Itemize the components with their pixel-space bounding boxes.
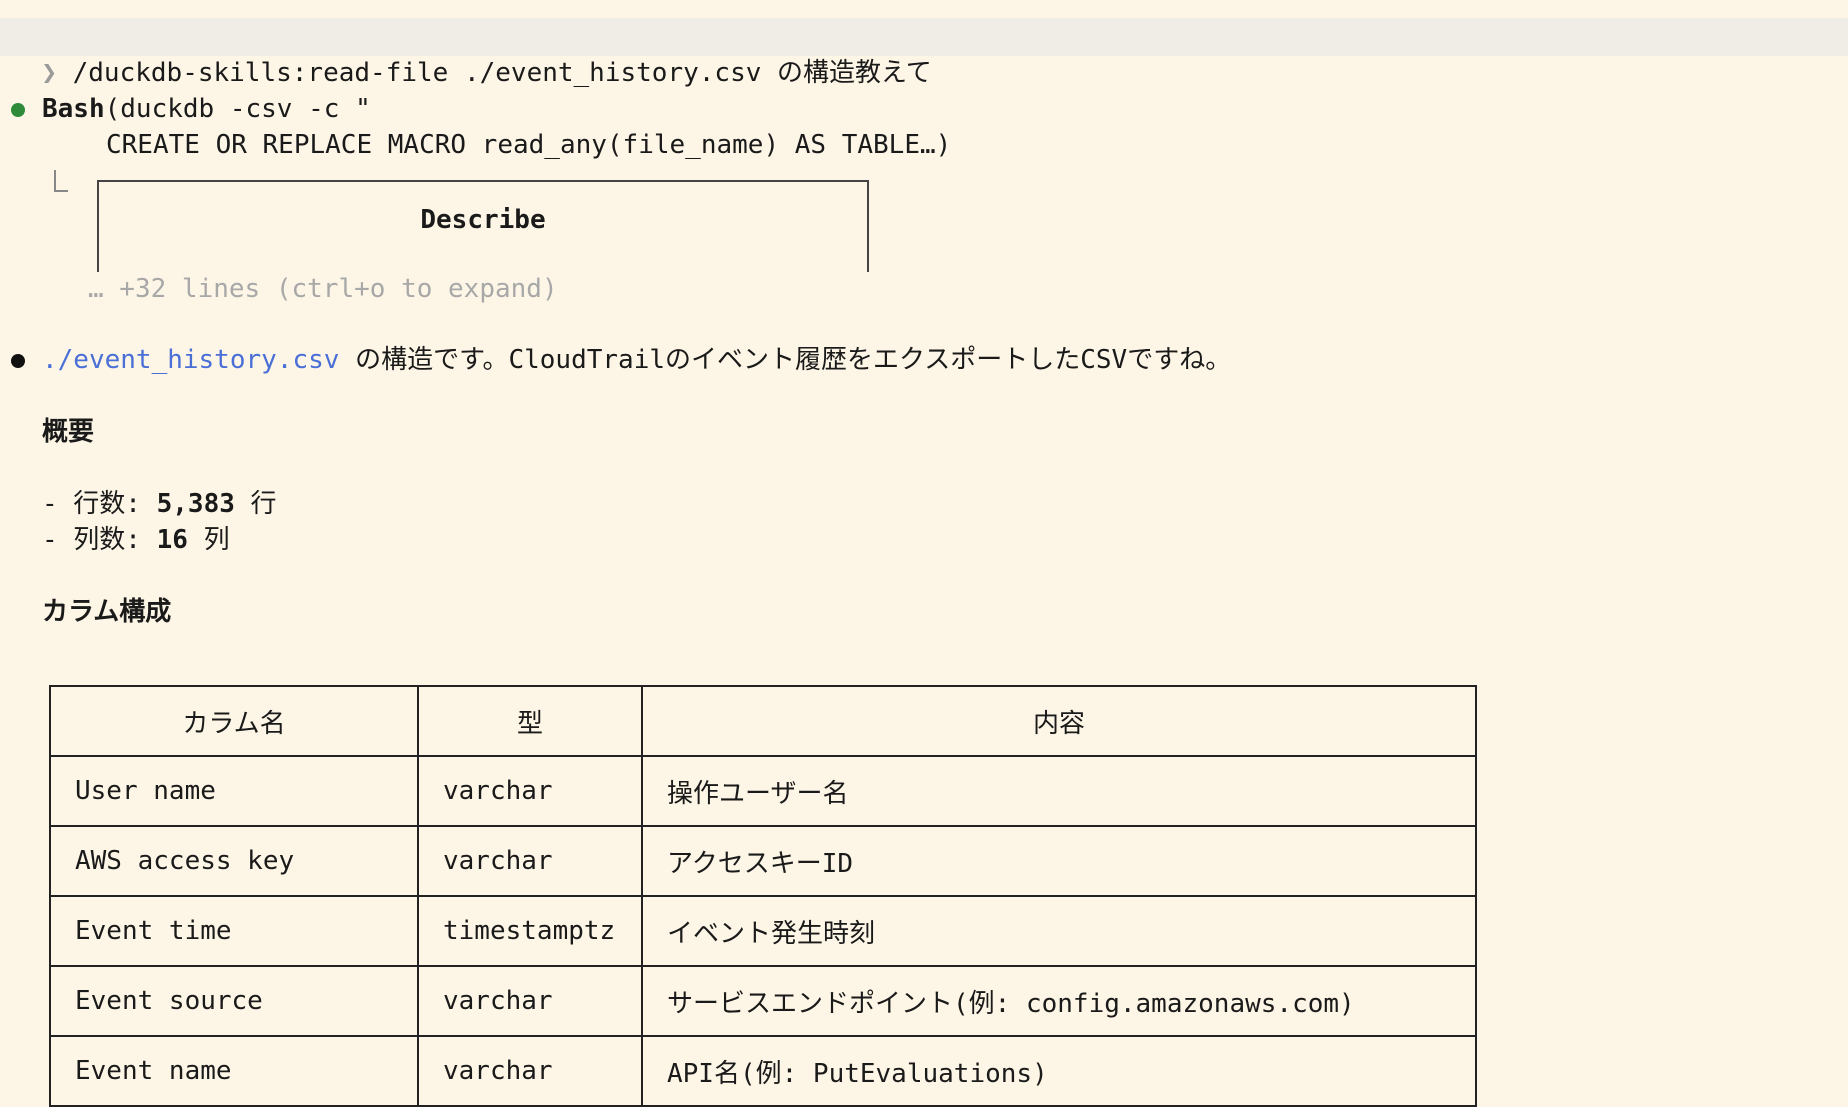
column-count-label: - 列数: <box>42 525 157 555</box>
response-intro-text: の構造です。CloudTrailのイベント履歴をエクスポートしたCSVですね。 <box>339 345 1232 375</box>
header-description: 内容 <box>641 685 1477 757</box>
table-row: User name varchar 操作ユーザー名 <box>49 755 1477 827</box>
cell-column-name: User name <box>49 755 419 827</box>
row-count-label: - 行数: <box>42 489 157 519</box>
table-row: Event time timestamptz イベント発生時刻 <box>49 895 1477 967</box>
cell-description: サービスエンドポイント(例: config.amazonaws.com) <box>641 965 1477 1037</box>
cell-column-name: Event name <box>49 1035 419 1107</box>
table-row: Event source varchar サービスエンドポイント(例: conf… <box>49 965 1477 1037</box>
tool-args-line1: (duckdb -csv -c " <box>104 94 371 124</box>
cell-description: アクセスキーID <box>641 825 1477 897</box>
table-row: Event name varchar API名(例: PutEvaluation… <box>49 1035 1477 1107</box>
columns-heading: カラム構成 <box>42 597 172 627</box>
tool-call-line: Bash(duckdb -csv -c " <box>42 91 371 127</box>
tree-corner-icon <box>54 170 68 192</box>
cell-description: API名(例: PutEvaluations) <box>641 1035 1477 1107</box>
file-link[interactable]: ./event_history.csv <box>42 345 339 375</box>
column-count-value: 16 <box>156 525 188 555</box>
row-count-value: 5,383 <box>156 489 235 519</box>
expand-hint[interactable]: … +32 lines (ctrl+o to expand) <box>88 271 558 307</box>
prompt-line: ❯ /duckdb-skills:read-file ./event_histo… <box>10 19 932 91</box>
response-dot-icon <box>11 354 25 368</box>
tool-status-dot-icon <box>11 103 25 117</box>
column-count-unit: 列 <box>187 525 230 555</box>
overview-heading: 概要 <box>42 417 95 447</box>
header-type: 型 <box>417 685 643 757</box>
table-row: AWS access key varchar アクセスキーID <box>49 825 1477 897</box>
cell-column-name: AWS access key <box>49 825 419 897</box>
describe-box: Describe <box>97 180 869 272</box>
cell-type: varchar <box>417 965 643 1037</box>
response-intro: ./event_history.csv の構造です。CloudTrailのイベン… <box>42 342 1231 378</box>
header-column-name: カラム名 <box>49 685 419 757</box>
cell-type: varchar <box>417 825 643 897</box>
cell-column-name: Event time <box>49 895 419 967</box>
cell-description: 操作ユーザー名 <box>641 755 1477 827</box>
cell-column-name: Event source <box>49 965 419 1037</box>
describe-title: Describe <box>420 205 546 235</box>
prompt-command: /duckdb-skills:read-file ./event_history… <box>72 58 932 88</box>
chevron-right-icon: ❯ <box>41 58 57 88</box>
cell-type: varchar <box>417 755 643 827</box>
columns-table: カラム名 型 内容 User name varchar 操作ユーザー名 AWS … <box>49 685 1477 1107</box>
tool-args-line2: CREATE OR REPLACE MACRO read_any(file_na… <box>106 130 952 160</box>
row-count-line: - 行数: 5,383 行 <box>42 486 277 522</box>
column-count-line: - 列数: 16 列 <box>42 522 230 558</box>
cell-description: イベント発生時刻 <box>641 895 1477 967</box>
tool-name: Bash <box>42 94 105 124</box>
cell-type: varchar <box>417 1035 643 1107</box>
row-count-unit: 行 <box>234 489 277 519</box>
cell-type: timestamptz <box>417 895 643 967</box>
table-header-row: カラム名 型 内容 <box>49 685 1477 757</box>
